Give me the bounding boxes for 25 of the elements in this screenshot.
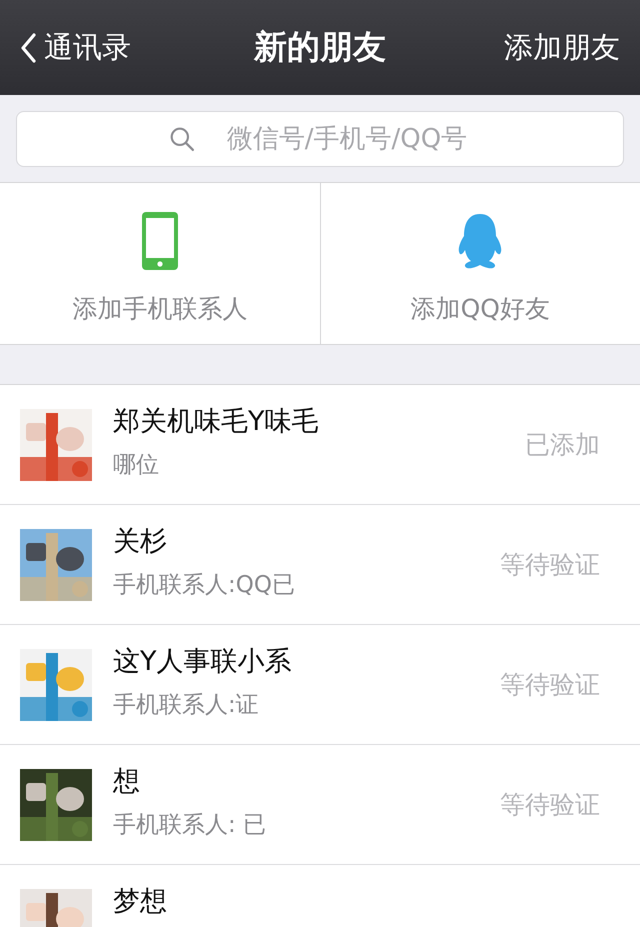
add-friends-button[interactable]: 添加朋友 (504, 28, 620, 68)
friend-request-row[interactable]: 想 手机联系人: 已 等待验证 (0, 745, 640, 865)
back-button[interactable]: 通讯录 (20, 28, 131, 68)
search-field[interactable]: 微信号/手机号/QQ号 (16, 111, 624, 167)
friend-request-row[interactable]: 关杉 手机联系人:QQ已 等待验证 (0, 505, 640, 625)
request-status: 等待验证 (500, 789, 600, 821)
friend-note: 手机联系人:QQ已 (113, 571, 296, 600)
friend-name: 这Y人事联小系 (113, 645, 292, 679)
phone-icon (142, 212, 178, 270)
friend-request-row[interactable]: 梦想 (0, 865, 640, 927)
friend-name: 梦想 (113, 885, 168, 919)
request-status: 等待验证 (500, 549, 600, 581)
screen-title: 新的朋友 (254, 26, 386, 68)
request-status: 已添加 (525, 429, 600, 461)
friend-name: 关杉 (113, 525, 168, 559)
friend-request-row[interactable]: 郑关机味毛Y味毛 哪位 已添加 (0, 385, 640, 505)
friend-note: 手机联系人: 已 (113, 811, 268, 840)
friend-name: 想 (113, 765, 141, 799)
friend-request-row[interactable]: 这Y人事联小系 手机联系人:证 等待验证 (0, 625, 640, 745)
friend-name: 郑关机味毛Y味毛 (113, 405, 320, 439)
friend-note: 手机联系人:证 (113, 691, 260, 720)
request-status: 等待验证 (500, 669, 600, 701)
friend-note: 哪位 (113, 451, 160, 480)
search-icon (169, 126, 195, 152)
back-icon (20, 32, 36, 62)
